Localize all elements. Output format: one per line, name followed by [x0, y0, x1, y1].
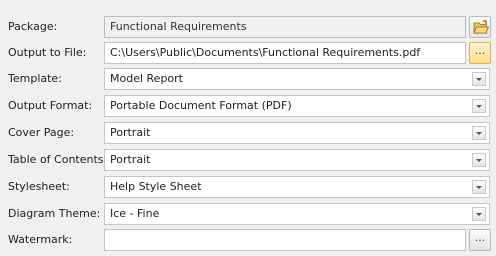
table-of-contents-value: Portrait — [110, 153, 151, 166]
diagram-theme-label: Diagram Theme: — [8, 207, 101, 220]
template-select[interactable]: Model Report — [104, 68, 490, 90]
output-format-label: Output Format: — [8, 99, 93, 112]
watermark-input[interactable] — [104, 229, 466, 251]
report-options-form: Package: Functional Requirements Output … — [0, 0, 496, 256]
cover-page-row: Cover Page: Portrait — [0, 122, 496, 144]
table-of-contents-row: Table of Contents: Portrait — [0, 149, 496, 171]
stylesheet-value: Help Style Sheet — [110, 180, 202, 193]
output-file-input[interactable]: C:\Users\Public\Documents\Functional Req… — [104, 42, 466, 64]
output-format-value: Portable Document Format (PDF) — [110, 99, 292, 112]
package-row: Package: Functional Requirements — [0, 16, 496, 38]
template-row: Template: Model Report — [0, 68, 496, 90]
chevron-down-icon[interactable] — [472, 72, 486, 86]
cover-page-value: Portrait — [110, 126, 151, 139]
template-label: Template: — [8, 72, 62, 85]
stylesheet-row: Stylesheet: Help Style Sheet — [0, 176, 496, 198]
diagram-theme-value: Ice - Fine — [110, 207, 160, 220]
package-label: Package: — [8, 20, 58, 33]
stylesheet-select[interactable]: Help Style Sheet — [104, 176, 490, 198]
folder-open-icon — [473, 20, 489, 34]
output-file-row: Output to File: C:\Users\Public\Document… — [0, 42, 496, 64]
cover-page-select[interactable]: Portrait — [104, 122, 490, 144]
package-field: Functional Requirements — [104, 16, 466, 38]
table-of-contents-label: Table of Contents: — [8, 153, 108, 166]
cover-page-label: Cover Page: — [8, 126, 75, 139]
output-format-row: Output Format: Portable Document Format … — [0, 95, 496, 117]
template-value: Model Report — [110, 72, 183, 85]
chevron-down-icon[interactable] — [472, 99, 486, 113]
output-file-label: Output to File: — [8, 46, 87, 59]
watermark-label: Watermark: — [8, 233, 73, 246]
chevron-down-icon[interactable] — [472, 207, 486, 221]
select-package-button[interactable] — [469, 16, 491, 38]
diagram-theme-row: Diagram Theme: Ice - Fine — [0, 203, 496, 225]
browse-output-file-button[interactable]: ... — [469, 42, 491, 64]
stylesheet-label: Stylesheet: — [8, 180, 70, 193]
chevron-down-icon[interactable] — [472, 180, 486, 194]
diagram-theme-select[interactable]: Ice - Fine — [104, 203, 490, 225]
table-of-contents-select[interactable]: Portrait — [104, 149, 490, 171]
watermark-row: Watermark: ... — [0, 229, 496, 251]
chevron-down-icon[interactable] — [472, 153, 486, 167]
browse-watermark-button[interactable]: ... — [469, 229, 491, 251]
chevron-down-icon[interactable] — [472, 126, 486, 140]
output-format-select[interactable]: Portable Document Format (PDF) — [104, 95, 490, 117]
